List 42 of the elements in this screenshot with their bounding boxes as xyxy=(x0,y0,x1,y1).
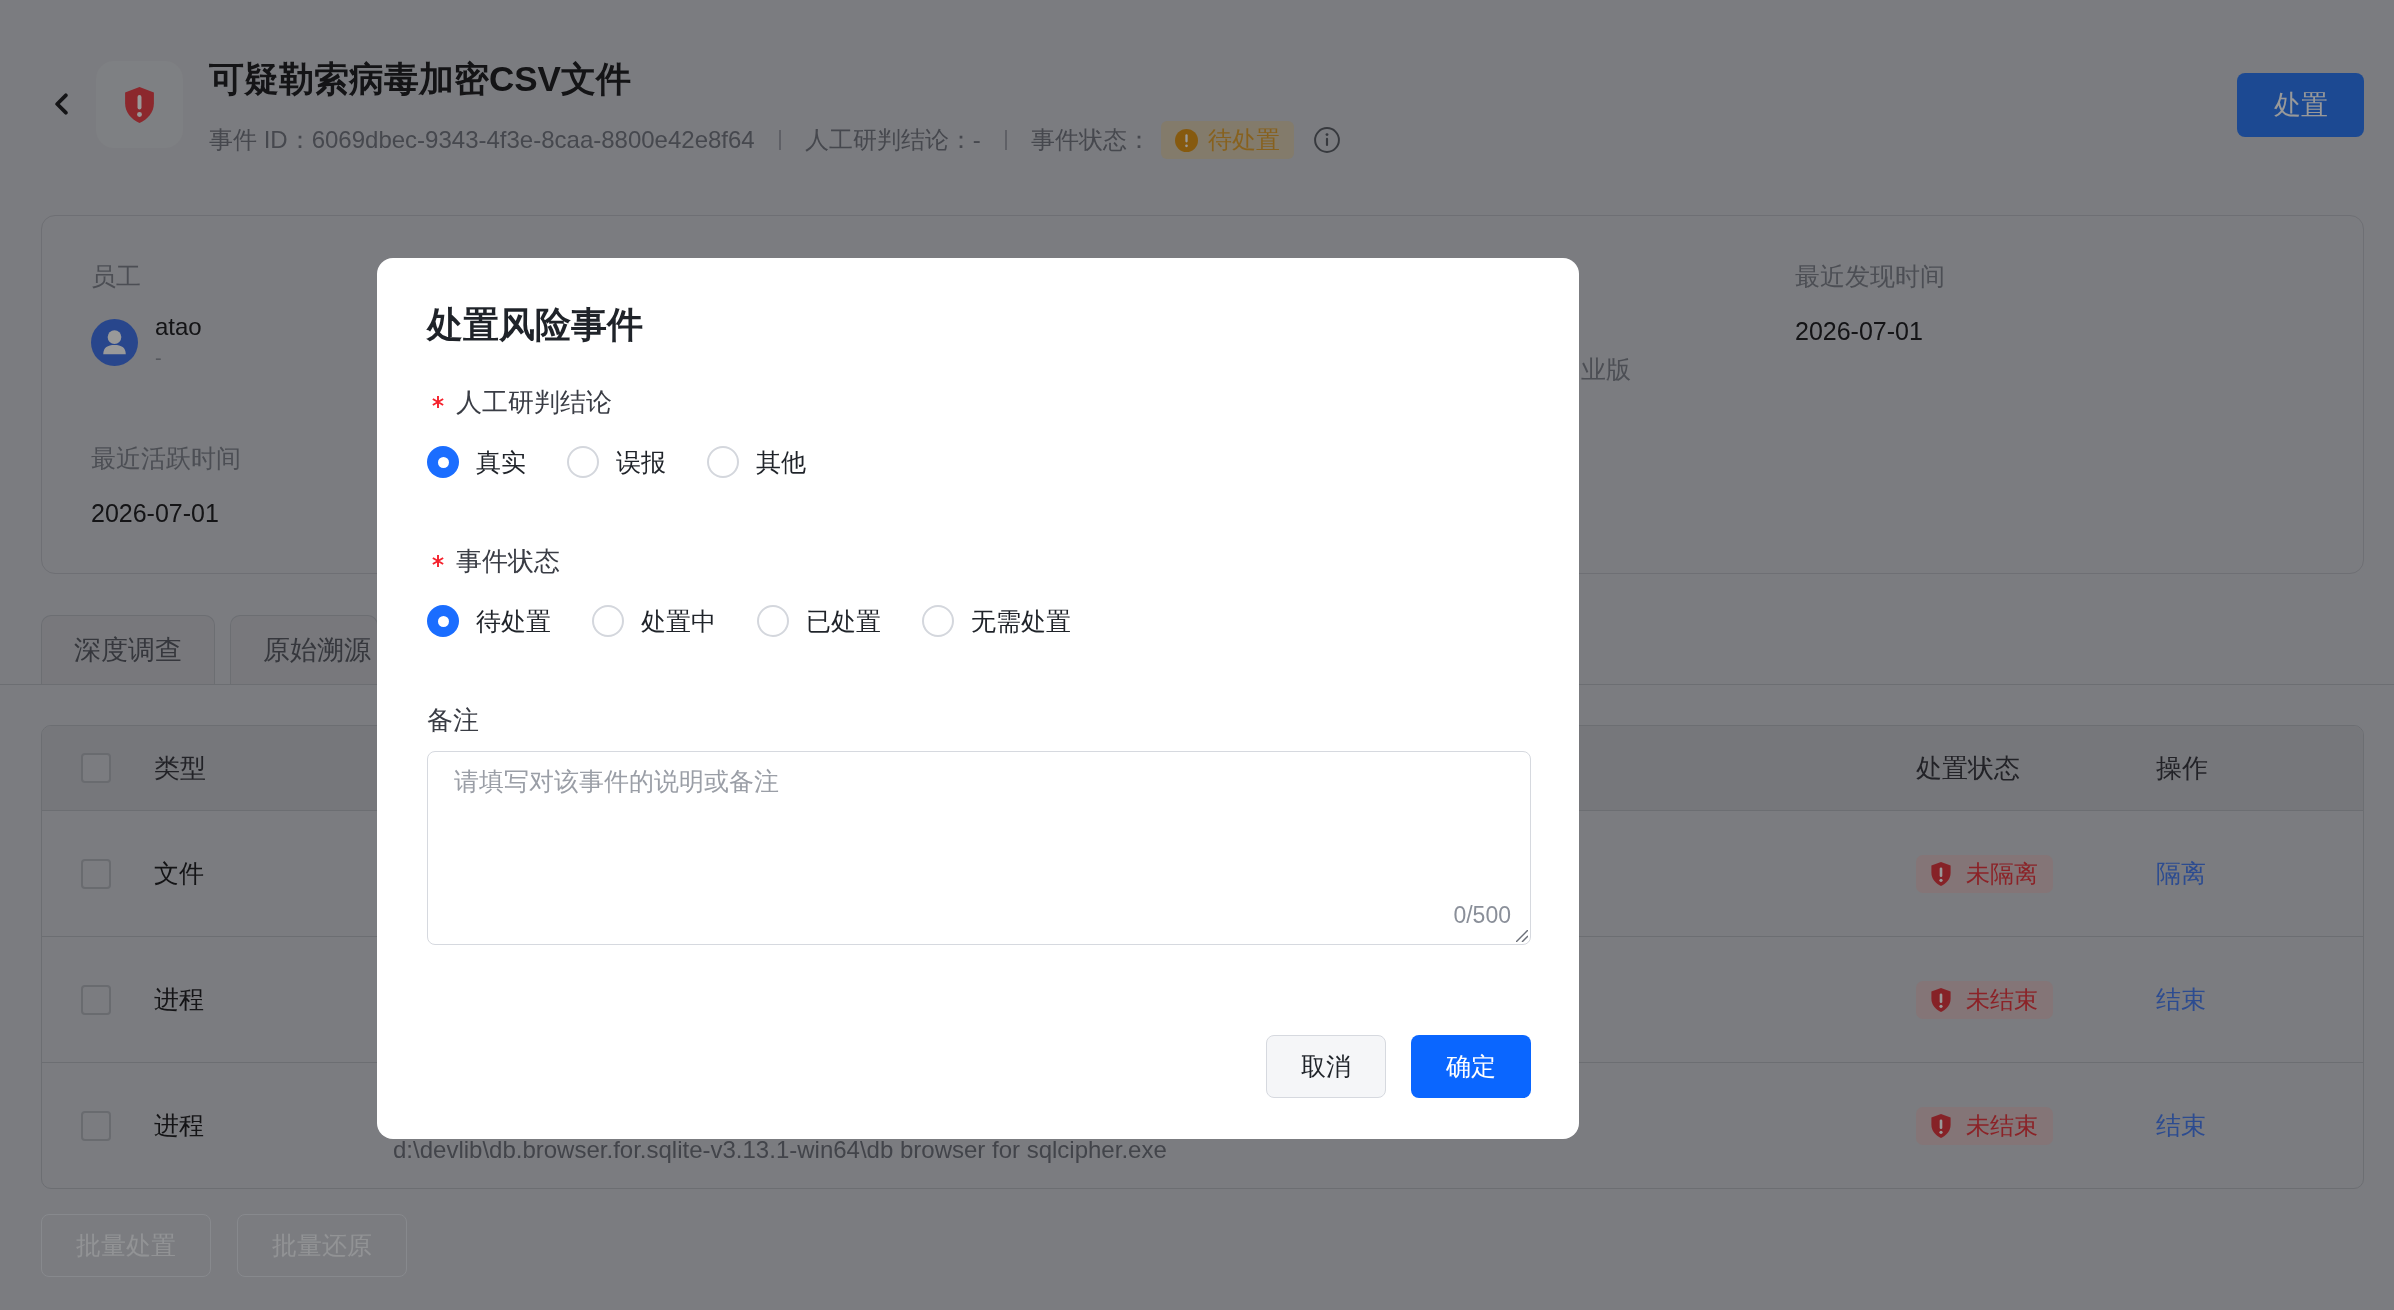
shield-icon xyxy=(1931,1113,1951,1138)
field-value: 2026-07-01 xyxy=(91,498,219,529)
user-detail: - xyxy=(155,346,162,371)
tab[interactable]: 原始溯源 xyxy=(230,615,378,684)
radio-option[interactable]: 无需处置 xyxy=(922,603,1071,639)
column-header: 操作 xyxy=(2156,752,2208,783)
radio-option[interactable]: 待处置 xyxy=(427,603,551,639)
status-text: 未结束 xyxy=(1966,1110,2038,1141)
table-cell: 进程 xyxy=(154,984,204,1013)
shield-icon xyxy=(1931,987,1951,1012)
field-value: 2026-07-01 xyxy=(1795,316,1923,347)
radio-option[interactable]: 真实 xyxy=(427,444,526,480)
shield-icon xyxy=(1931,861,1951,886)
status-text: 待处置 xyxy=(1207,125,1280,155)
status-text: 未结束 xyxy=(1966,984,2038,1015)
column-header: 处置状态 xyxy=(1916,752,2020,783)
field-label: 备注 xyxy=(427,704,479,737)
event-title: 可疑勒索病毒加密CSV文件 xyxy=(209,58,631,100)
user-name: atao xyxy=(155,312,202,342)
chevron-left-icon[interactable] xyxy=(55,93,68,115)
dialog-title: 处置风险事件 xyxy=(427,303,643,347)
char-counter: 0/500 xyxy=(1453,901,1511,929)
radio-option[interactable]: 误报 xyxy=(567,444,666,480)
tab[interactable]: 深度调查 xyxy=(41,615,215,684)
radio-option[interactable]: 其他 xyxy=(707,444,806,480)
field-label: 人工研判结论 xyxy=(456,386,612,419)
info-icon[interactable] xyxy=(1313,127,1340,153)
field-label: 事件状态 xyxy=(456,545,560,578)
table-cell: 进程 xyxy=(154,1110,204,1139)
shield-icon xyxy=(96,61,183,148)
status-text: 未隔离 xyxy=(1966,858,2038,889)
radio-option[interactable]: 已处置 xyxy=(757,603,881,639)
radio-option[interactable]: 处置中 xyxy=(592,603,716,639)
cancel-button[interactable]: 取消 xyxy=(1266,1035,1386,1098)
table-cell: 文件 xyxy=(154,858,204,887)
resize-handle-icon[interactable] xyxy=(1516,930,1528,942)
column-header: 类型 xyxy=(154,752,206,783)
dispose-button[interactable]: 处置 xyxy=(2237,73,2364,137)
confirm-button[interactable]: 确定 xyxy=(1411,1035,1531,1098)
avatar-icon xyxy=(91,318,138,366)
warning-icon xyxy=(1174,128,1198,152)
table-cell: d:\devlib\db.browser.for.sqlite-v3.13.1-win64\db browser for sqlcipher.exe xyxy=(393,1136,1167,1164)
